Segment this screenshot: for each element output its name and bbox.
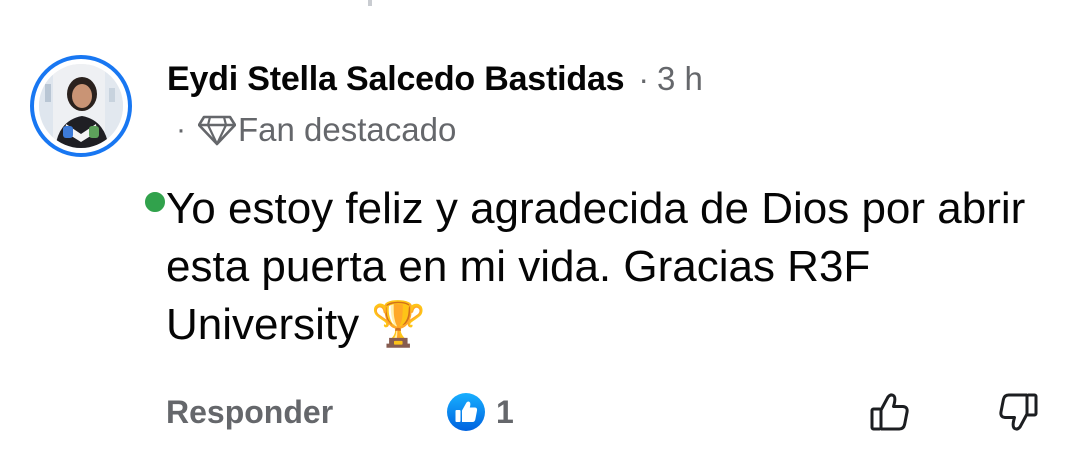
comment-body: Yo estoy feliz y agradecida de Dios por …: [166, 184, 1026, 349]
reaction-count: 1: [496, 393, 514, 430]
thread-connector-line: [368, 0, 372, 6]
thumbs-up-outline-icon: [870, 393, 909, 431]
badge-separator: ·: [176, 113, 186, 146]
like-button[interactable]: [866, 388, 914, 436]
diamond-icon: [198, 114, 236, 146]
meta-separator: ·: [638, 60, 650, 97]
badge-label: Fan destacado: [238, 111, 457, 148]
thumbs-down-outline-icon: [999, 393, 1038, 431]
comment-avatar-group[interactable]: [30, 55, 170, 217]
comment-timestamp[interactable]: 3 h: [657, 60, 703, 98]
reaction-summary[interactable]: 1: [446, 390, 514, 434]
dislike-button[interactable]: [994, 388, 1042, 436]
avatar-photo: [39, 64, 123, 148]
avatar[interactable]: [39, 64, 123, 148]
like-reaction-icon: [446, 392, 486, 432]
reply-button[interactable]: Responder: [166, 388, 333, 436]
fan-badge: · Fan destacado: [176, 108, 456, 152]
comment-header: Eydi Stella Salcedo Bastidas · 3 h: [167, 56, 703, 102]
author-name[interactable]: Eydi Stella Salcedo Bastidas: [167, 60, 625, 99]
comment-actions: Responder 1: [166, 388, 1046, 436]
